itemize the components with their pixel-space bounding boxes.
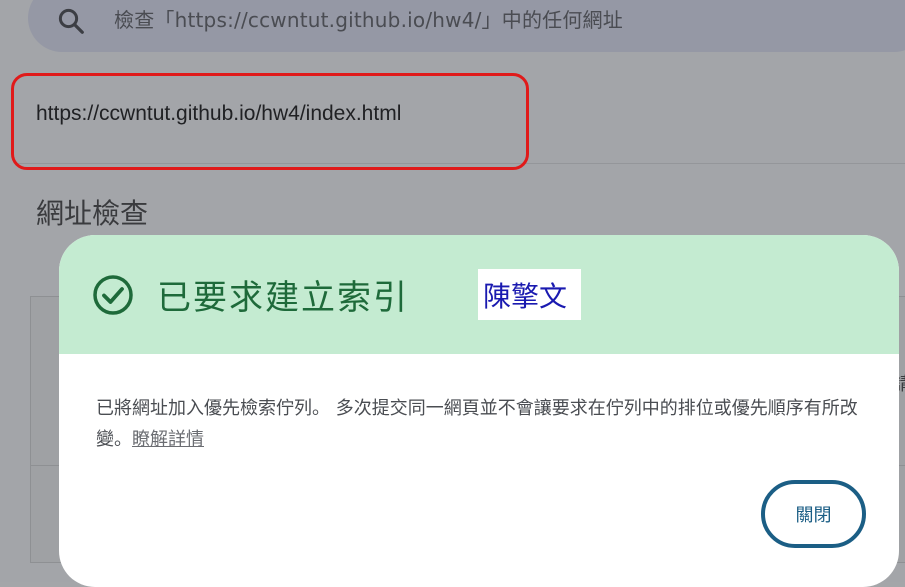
search-icon[interactable] [56,6,86,36]
page-title: 網址檢查 [36,197,149,230]
indexing-requested-dialog: 已要求建立索引 陳擎文 已將網址加入優先檢索佇列。 多次提交同一網頁並不會讓要求… [59,235,899,587]
search-placeholder[interactable]: 檢查「https://ccwntut.github.io/hw4/」中的任何網址 [114,4,623,33]
author-name-text: 陳擎文 [483,280,568,313]
learn-more-link[interactable]: 瞭解詳情 [132,429,204,450]
author-name-label: 陳擎文 [478,269,581,320]
dialog-title: 已要求建立索引 [157,278,409,318]
dialog-message: 已將網址加入優先檢索佇列。 多次提交同一網頁並不會讓要求在佇列中的排位或優先順序… [96,393,866,455]
check-circle-icon [93,275,133,315]
url-inspection-search-bar[interactable]: 檢查「https://ccwntut.github.io/hw4/」中的任何網址 [28,0,905,52]
red-highlight-annotation [11,73,529,170]
close-button[interactable]: 關閉 [761,480,866,548]
dialog-message-text: 已將網址加入優先檢索佇列。 多次提交同一網頁並不會讓要求在佇列中的排位或優先順序… [96,398,858,450]
dialog-header: 已要求建立索引 陳擎文 [59,235,899,354]
